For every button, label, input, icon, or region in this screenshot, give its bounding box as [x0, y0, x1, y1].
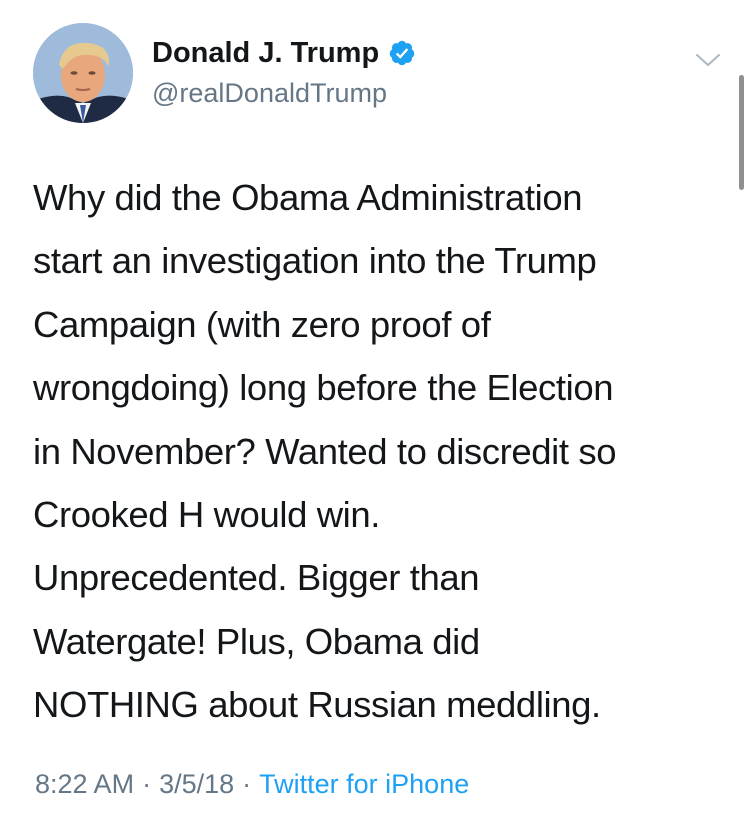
verified-badge-icon	[389, 40, 415, 66]
display-name[interactable]: Donald J. Trump	[152, 36, 416, 70]
chevron-down-icon[interactable]	[693, 45, 723, 75]
tweet-date[interactable]: 3/5/18	[159, 769, 234, 799]
avatar[interactable]	[33, 23, 133, 123]
meta-separator: ·	[142, 769, 152, 799]
tweet-time[interactable]: 8:22 AM	[35, 769, 134, 799]
user-handle[interactable]: @realDonaldTrump	[152, 77, 387, 109]
tweet-text-line: Unprecedented. Bigger than	[33, 557, 480, 599]
scrollbar[interactable]	[739, 75, 744, 190]
tweet-text-line: in November? Wanted to discredit so	[33, 430, 617, 472]
profile-photo-icon	[33, 23, 133, 123]
tweet-text-line: wrongdoing) long before the Election	[33, 367, 614, 409]
tweet-text: Why did the Obama Administration start a…	[33, 166, 713, 737]
tweet-text-line: Watergate! Plus, Obama did	[33, 620, 480, 662]
meta-separator: ·	[242, 769, 252, 799]
display-name-text: Donald J. Trump	[152, 37, 380, 69]
tweet-text-line: Why did the Obama Administration	[33, 177, 583, 218]
tweet-source-link[interactable]: Twitter for iPhone	[259, 769, 469, 799]
tweet-text-line: Campaign (with zero proof of	[33, 303, 491, 345]
tweet-text-line: NOTHING about Russian meddling.	[33, 684, 601, 726]
tweet-text-line: start an investigation into the Trump	[33, 240, 597, 282]
tweet-metadata: 8:22 AM · 3/5/18 · Twitter for iPhone	[35, 766, 469, 802]
tweet-text-line: Crooked H would win.	[33, 494, 381, 536]
